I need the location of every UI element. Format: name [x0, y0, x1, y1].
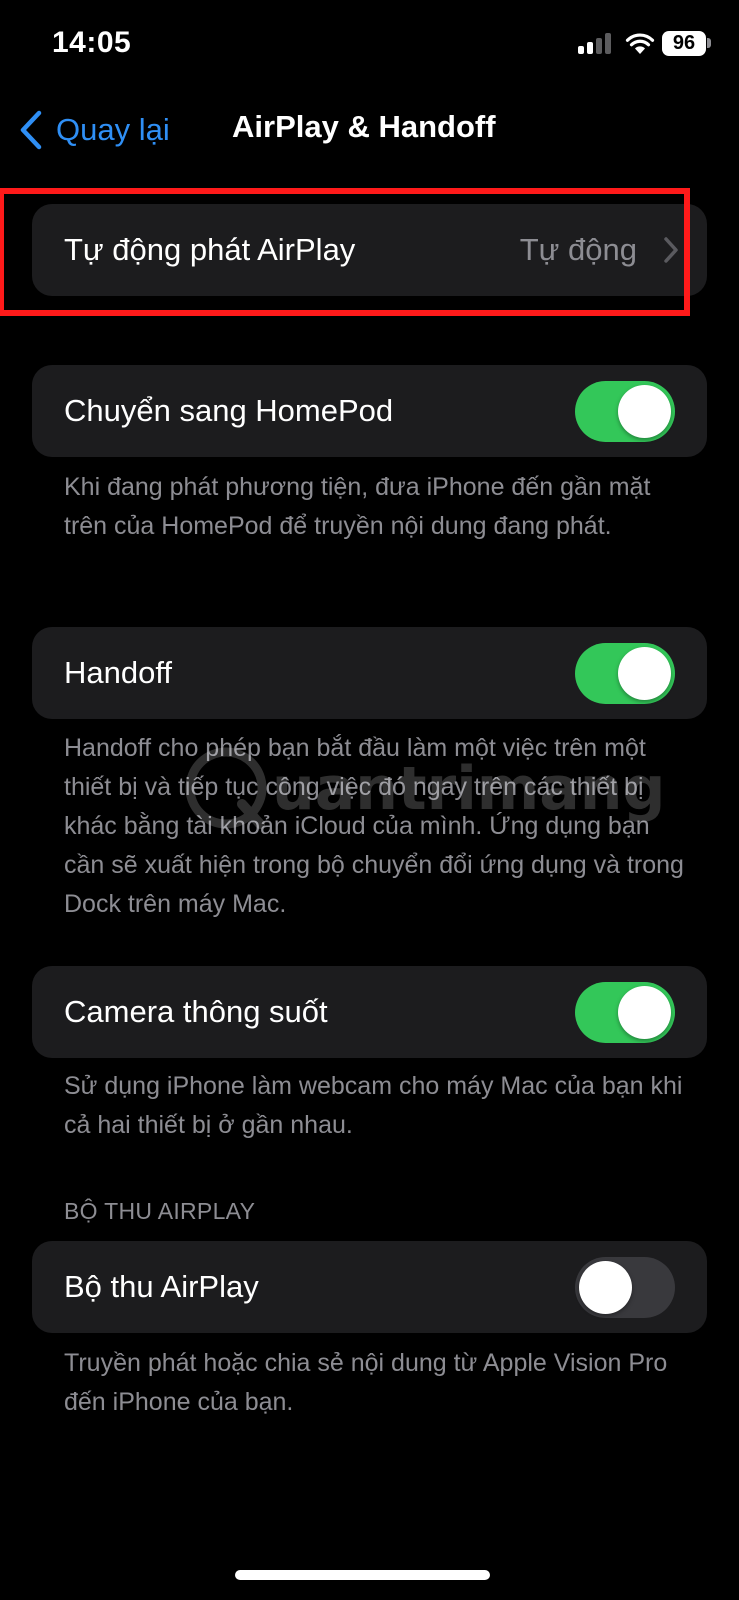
status-time: 14:05 — [52, 26, 132, 59]
airplay-receiver-toggle[interactable] — [575, 1256, 675, 1318]
airplay-receiver-label: Bộ thu AirPlay — [64, 1269, 259, 1304]
airplay-auto-row[interactable]: Tự động phát AirPlay Tự động — [32, 204, 707, 296]
airplay-receiver-row: Bộ thu AirPlay — [32, 1241, 707, 1333]
cellular-signal-icon — [578, 32, 614, 54]
handoff-row: Handoff — [32, 627, 707, 719]
homepod-row: Chuyển sang HomePod — [32, 365, 707, 457]
back-button[interactable]: Quay lại — [18, 108, 170, 152]
back-button-label: Quay lại — [56, 112, 170, 147]
airplay-receiver-footer: Truyền phát hoặc chia sẻ nội dung từ App… — [64, 1349, 668, 1416]
chevron-left-icon — [20, 110, 42, 150]
page-title: AirPlay & Handoff — [232, 109, 496, 144]
battery-tip — [707, 38, 711, 48]
airplay-auto-label: Tự động phát AirPlay — [64, 232, 356, 267]
toggle-knob — [618, 985, 671, 1039]
handoff-footer: Handoff cho phép bạn bắt đầu làm một việ… — [64, 734, 684, 918]
continuity-camera-footer: Sử dụng iPhone làm webcam cho máy Mac củ… — [64, 1072, 683, 1139]
homepod-footer: Khi đang phát phương tiện, đưa iPhone đế… — [64, 473, 651, 540]
chevron-right-icon — [664, 237, 678, 263]
toggle-knob — [579, 1260, 632, 1314]
handoff-toggle[interactable] — [575, 642, 675, 704]
continuity-camera-row: Camera thông suốt — [32, 966, 707, 1058]
continuity-camera-toggle[interactable] — [575, 981, 675, 1043]
continuity-camera-label: Camera thông suốt — [64, 994, 328, 1029]
toggle-knob — [618, 646, 671, 700]
toggle-knob — [618, 384, 671, 438]
wifi-icon — [625, 33, 655, 54]
handoff-label: Handoff — [64, 655, 173, 690]
homepod-label: Chuyển sang HomePod — [64, 393, 394, 428]
battery-icon: 96 — [662, 31, 706, 56]
section-header-airplay-receiver: BỘ THU AIRPLAY — [64, 1198, 256, 1224]
homepod-toggle[interactable] — [575, 380, 675, 442]
airplay-auto-value: Tự động — [519, 232, 637, 267]
home-indicator — [235, 1570, 490, 1580]
